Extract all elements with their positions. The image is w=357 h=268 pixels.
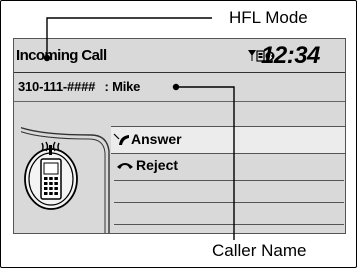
callout-lines [43, 17, 235, 240]
